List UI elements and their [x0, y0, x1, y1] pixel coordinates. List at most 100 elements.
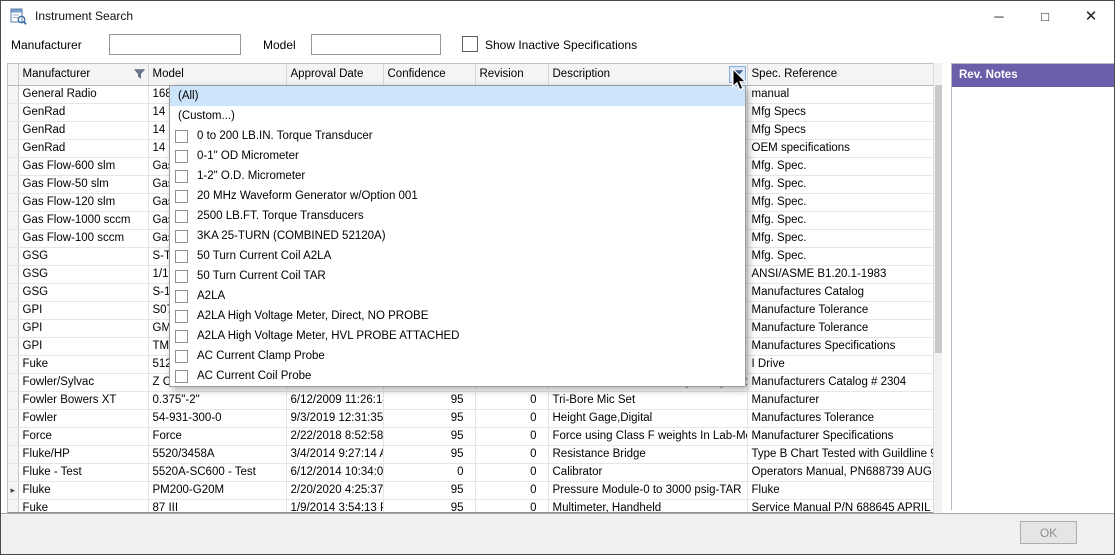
filter-option-checkbox[interactable] — [175, 210, 188, 223]
filter-option[interactable]: 20 MHz Waveform Generator w/Option 001 — [170, 186, 745, 206]
filter-option-checkbox[interactable] — [175, 190, 188, 203]
column-header-confidence[interactable]: Confidence — [383, 64, 475, 85]
indicator-cell[interactable] — [8, 157, 18, 175]
indicator-cell[interactable] — [8, 337, 18, 355]
indicator-cell[interactable] — [8, 121, 18, 139]
filter-option[interactable]: 0-1" OD Micrometer — [170, 146, 745, 166]
model-input[interactable] — [311, 34, 441, 55]
filter-option[interactable]: 50 Turn Current Coil TAR — [170, 266, 745, 286]
approval-date-cell[interactable]: 9/3/2019 12:31:35 — [286, 409, 383, 427]
filter-option-checkbox[interactable] — [175, 270, 188, 283]
spec-reference-cell[interactable]: Manufacturer — [747, 391, 933, 409]
spec-reference-cell[interactable]: Manufacturer Specifications — [747, 427, 933, 445]
spec-reference-cell[interactable]: Mfg Specs — [747, 103, 933, 121]
manufacturer-cell[interactable]: Fluke/HP — [18, 445, 148, 463]
manufacturer-cell[interactable]: Gas Flow-1000 sccm — [18, 211, 148, 229]
spec-reference-cell[interactable]: Mfg. Spec. — [747, 175, 933, 193]
indicator-cell[interactable] — [8, 139, 18, 157]
manufacturer-cell[interactable]: Fuke — [18, 499, 148, 513]
indicator-cell[interactable] — [8, 319, 18, 337]
filter-option-checkbox[interactable] — [175, 350, 188, 363]
confidence-cell[interactable]: 95 — [383, 499, 475, 513]
filter-icon-manufacturer[interactable] — [134, 69, 145, 79]
indicator-cell[interactable] — [8, 283, 18, 301]
manufacturer-cell[interactable]: Fluke - Test — [18, 463, 148, 481]
spec-reference-cell[interactable]: Service Manual P/N 688645 APRIL 1998 — [747, 499, 933, 513]
minimize-button[interactable]: ─ — [976, 1, 1022, 31]
filter-option[interactable]: AC Current Clamp Probe — [170, 346, 745, 366]
column-header-revision[interactable]: Revision — [475, 64, 548, 85]
approval-date-cell[interactable]: 6/12/2014 10:34:0 — [286, 463, 383, 481]
description-cell[interactable]: Multimeter, Handheld — [548, 499, 747, 513]
model-cell[interactable]: PM200-G20M — [148, 481, 286, 499]
indicator-cell[interactable] — [8, 265, 18, 283]
indicator-cell[interactable] — [8, 499, 18, 513]
spec-reference-cell[interactable]: Fluke — [747, 481, 933, 499]
manufacturer-cell[interactable]: GenRad — [18, 139, 148, 157]
column-header-model[interactable]: Model — [148, 64, 286, 85]
filter-option[interactable]: (All) — [170, 86, 745, 106]
maximize-button[interactable]: □ — [1022, 1, 1068, 31]
filter-option[interactable]: (Custom...) — [170, 106, 745, 126]
filter-option-checkbox[interactable] — [175, 250, 188, 263]
description-cell[interactable]: Pressure Module-0 to 3000 psig-TAR — [548, 481, 747, 499]
manufacturer-cell[interactable]: GPI — [18, 301, 148, 319]
model-cell[interactable]: Force — [148, 427, 286, 445]
spec-reference-cell[interactable]: I Drive — [747, 355, 933, 373]
table-row[interactable]: ▸FlukePM200-G20M2/20/2020 4:25:37950Pres… — [8, 481, 933, 499]
indicator-cell[interactable] — [8, 103, 18, 121]
approval-date-cell[interactable]: 1/9/2014 3:54:13 P — [286, 499, 383, 513]
manufacturer-cell[interactable]: Fowler Bowers XT — [18, 391, 148, 409]
confidence-cell[interactable]: 95 — [383, 391, 475, 409]
grid-vertical-scrollbar[interactable] — [933, 63, 942, 513]
filter-option[interactable]: A2LA High Voltage Meter, HVL PROBE ATTAC… — [170, 326, 745, 346]
manufacturer-cell[interactable]: Force — [18, 427, 148, 445]
close-button[interactable]: ✕ — [1068, 1, 1114, 31]
indicator-cell[interactable] — [8, 211, 18, 229]
filter-option[interactable]: 0 to 200 LB.IN. Torque Transducer — [170, 126, 745, 146]
indicator-cell[interactable] — [8, 355, 18, 373]
confidence-cell[interactable]: 95 — [383, 445, 475, 463]
table-row[interactable]: Fowler54-931-300-09/3/2019 12:31:35950He… — [8, 409, 933, 427]
manufacturer-cell[interactable]: GenRad — [18, 121, 148, 139]
filter-option-checkbox[interactable] — [175, 370, 188, 383]
table-row[interactable]: Fluke/HP5520/3458A3/4/2014 9:27:14 A950R… — [8, 445, 933, 463]
column-header-manufacturer[interactable]: Manufacturer — [18, 64, 148, 85]
indicator-cell[interactable] — [8, 247, 18, 265]
revision-cell[interactable]: 0 — [475, 499, 548, 513]
filter-option-checkbox[interactable] — [175, 130, 188, 143]
table-row[interactable]: ForceForce2/22/2018 8:52:58950Force usin… — [8, 427, 933, 445]
confidence-cell[interactable]: 0 — [383, 463, 475, 481]
spec-reference-cell[interactable]: Mfg Specs — [747, 121, 933, 139]
table-row[interactable]: Fuke87 III1/9/2014 3:54:13 P950Multimete… — [8, 499, 933, 513]
column-header-spec-reference[interactable]: Spec. Reference — [747, 64, 933, 85]
filter-option-checkbox[interactable] — [175, 330, 188, 343]
manufacturer-cell[interactable]: General Radio — [18, 85, 148, 103]
spec-reference-cell[interactable]: Manufactures Tolerance — [747, 409, 933, 427]
manufacturer-cell[interactable]: Fuke — [18, 355, 148, 373]
model-cell[interactable]: 54-931-300-0 — [148, 409, 286, 427]
confidence-cell[interactable]: 95 — [383, 481, 475, 499]
spec-reference-cell[interactable]: Mfg. Spec. — [747, 157, 933, 175]
table-row[interactable]: Fowler Bowers XT0.375"-2"6/12/2009 11:26… — [8, 391, 933, 409]
description-cell[interactable]: Height Gage,Digital — [548, 409, 747, 427]
column-header-description[interactable]: Description — [548, 64, 747, 85]
indicator-cell[interactable] — [8, 391, 18, 409]
model-cell[interactable]: 5520A-SC600 - Test — [148, 463, 286, 481]
show-inactive-checkbox[interactable] — [462, 36, 478, 52]
confidence-cell[interactable]: 95 — [383, 427, 475, 445]
spec-reference-cell[interactable]: Mfg. Spec. — [747, 211, 933, 229]
indicator-cell[interactable] — [8, 373, 18, 391]
filter-option[interactable]: 50 Turn Current Coil A2LA — [170, 246, 745, 266]
manufacturer-cell[interactable]: GSG — [18, 265, 148, 283]
spec-reference-cell[interactable]: Mfg. Spec. — [747, 229, 933, 247]
manufacturer-input[interactable] — [109, 34, 241, 55]
filter-option[interactable]: 1-2" O.D. Micrometer — [170, 166, 745, 186]
manufacturer-cell[interactable]: Fowler — [18, 409, 148, 427]
spec-reference-cell[interactable]: Operators Manual, PN688739 AUG 98 R — [747, 463, 933, 481]
filter-option-checkbox[interactable] — [175, 290, 188, 303]
indicator-cell[interactable] — [8, 229, 18, 247]
revision-cell[interactable]: 0 — [475, 427, 548, 445]
manufacturer-cell[interactable]: GenRad — [18, 103, 148, 121]
manufacturer-cell[interactable]: Gas Flow-600 slm — [18, 157, 148, 175]
